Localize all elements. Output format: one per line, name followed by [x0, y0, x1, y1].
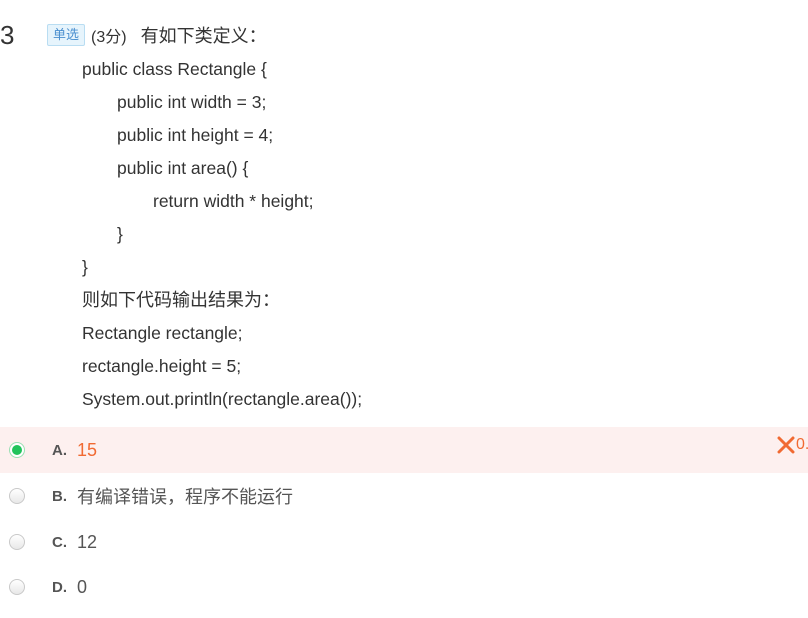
- question-type-badge: 单选: [47, 24, 86, 46]
- code-line: public class Rectangle {: [82, 59, 267, 79]
- code-line: public int area() {: [117, 158, 249, 178]
- question-score: (3分): [91, 29, 127, 46]
- option-a-letter: A.: [52, 441, 67, 459]
- code-line: public int height = 4;: [117, 125, 274, 145]
- code-line: System.out.println(rectangle.area());: [82, 389, 363, 409]
- question-stem-title: 有如下类定义：: [140, 26, 267, 47]
- option-d-text: 0: [77, 576, 88, 597]
- option-a[interactable]: A. 15 0.: [0, 427, 808, 473]
- code-line: 则如下代码输出结果为：: [82, 290, 280, 311]
- code-line: rectangle.height = 5;: [82, 356, 242, 376]
- question-header: 单选 (3分) 有如下类定义：: [47, 22, 267, 48]
- option-c-letter: C.: [52, 533, 67, 551]
- option-b-letter: B.: [52, 487, 67, 505]
- option-d-letter: D.: [52, 578, 67, 596]
- question-number: 3: [0, 20, 15, 50]
- cross-icon: [777, 436, 795, 454]
- result-score: 0.: [796, 436, 808, 453]
- option-a-text: 15: [77, 439, 98, 460]
- option-a-radio[interactable]: [9, 442, 25, 458]
- question-code-block: public class Rectangle { public int widt…: [82, 53, 362, 416]
- option-d-radio[interactable]: [9, 579, 25, 595]
- option-d[interactable]: D. 0: [0, 564, 808, 610]
- code-line: }: [82, 257, 88, 277]
- option-b-text: 有编译错误，程序不能运行: [77, 487, 293, 508]
- option-c-text: 12: [77, 531, 98, 552]
- code-line: return width * height;: [153, 191, 314, 211]
- option-c[interactable]: C. 12: [0, 519, 808, 565]
- code-line: }: [117, 224, 123, 244]
- option-c-radio[interactable]: [9, 534, 25, 550]
- result-mark: 0.: [777, 436, 808, 454]
- code-line: public int width = 3;: [117, 92, 267, 112]
- code-line: Rectangle rectangle;: [82, 323, 243, 343]
- option-b[interactable]: B. 有编译错误，程序不能运行: [0, 473, 808, 519]
- option-b-radio[interactable]: [9, 488, 25, 504]
